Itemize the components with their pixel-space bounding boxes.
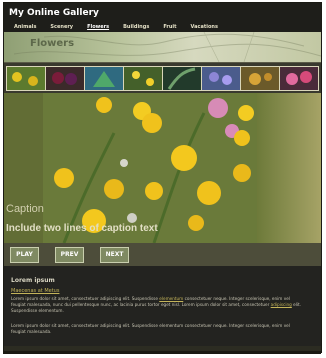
site-title: My Online Gallery [9,8,99,18]
para1-text-a: Lorem ipsum dolor sit amet, consectetuer… [11,296,160,301]
para1-text-e: Suspendisse elementum. [11,308,64,313]
content-area: Lorem ipsum Maecenas at Metus Lorem ipsu… [4,266,321,346]
next-button[interactable]: NEXT [100,247,129,263]
thumbnail-8[interactable] [279,66,319,91]
nav-item-buildings[interactable]: Buildings [123,22,149,32]
slide-right-panel [257,93,321,243]
prev-button[interactable]: PREV [55,247,84,263]
thumbnail-4[interactable] [123,66,163,91]
section-title: Flowers [30,38,75,49]
para1-text-d: elit. [291,302,302,307]
play-button[interactable]: PLAY [10,247,39,263]
para1-text-c: feugiat malesuada, nunc dui pellentesque… [11,302,271,307]
nav-item-fruit[interactable]: Fruit [163,22,176,32]
caption-title: Caption [6,203,44,215]
para2-text-a: Lorem ipsum dolor sit amet, consectetuer… [11,323,290,328]
thumbnail-7[interactable] [240,66,280,91]
bottom-bar [3,351,321,354]
thumbnail-strip [4,62,321,94]
gallery-frame: My Online Gallery Animals Scenery Flower… [3,2,322,353]
para1-link-elementum[interactable]: elementum [159,296,183,301]
nav-item-scenery[interactable]: Scenery [50,22,73,32]
slideshow-stage: Caption Include two lines of caption tex… [4,93,321,243]
nav-item-vacations[interactable]: Vacations [191,22,218,32]
content-heading: Lorem ipsum [11,277,55,284]
thumbnail-2[interactable] [45,66,85,91]
thumbnail-5[interactable] [162,66,202,91]
nav-item-animals[interactable]: Animals [14,22,36,32]
main-nav: Animals Scenery Flowers Buildings Fruit … [14,22,232,32]
caption-text: Include two lines of caption text [6,223,158,234]
section-banner: Flowers [4,32,321,62]
para1-text-b: consectetuer neque. Integer scelerisque,… [183,296,290,301]
content-link[interactable]: Maecenas at Metus [11,288,59,294]
thumbnail-1[interactable] [6,66,46,91]
thumbnail-3[interactable] [84,66,124,91]
para2-text-b: feugiat malesuada. [11,329,52,334]
para1-link-adipiscing[interactable]: adipiscing [271,302,292,307]
nav-item-flowers[interactable]: Flowers [87,22,109,32]
paragraph-2: Lorem ipsum dolor sit amet, consectetuer… [11,323,311,335]
thumbnail-6[interactable] [201,66,241,91]
slide-left-panel [4,93,43,243]
paragraph-1: Lorem ipsum dolor sit amet, consectetuer… [11,296,311,314]
slideshow-controls: PLAY PREV NEXT [4,243,321,266]
